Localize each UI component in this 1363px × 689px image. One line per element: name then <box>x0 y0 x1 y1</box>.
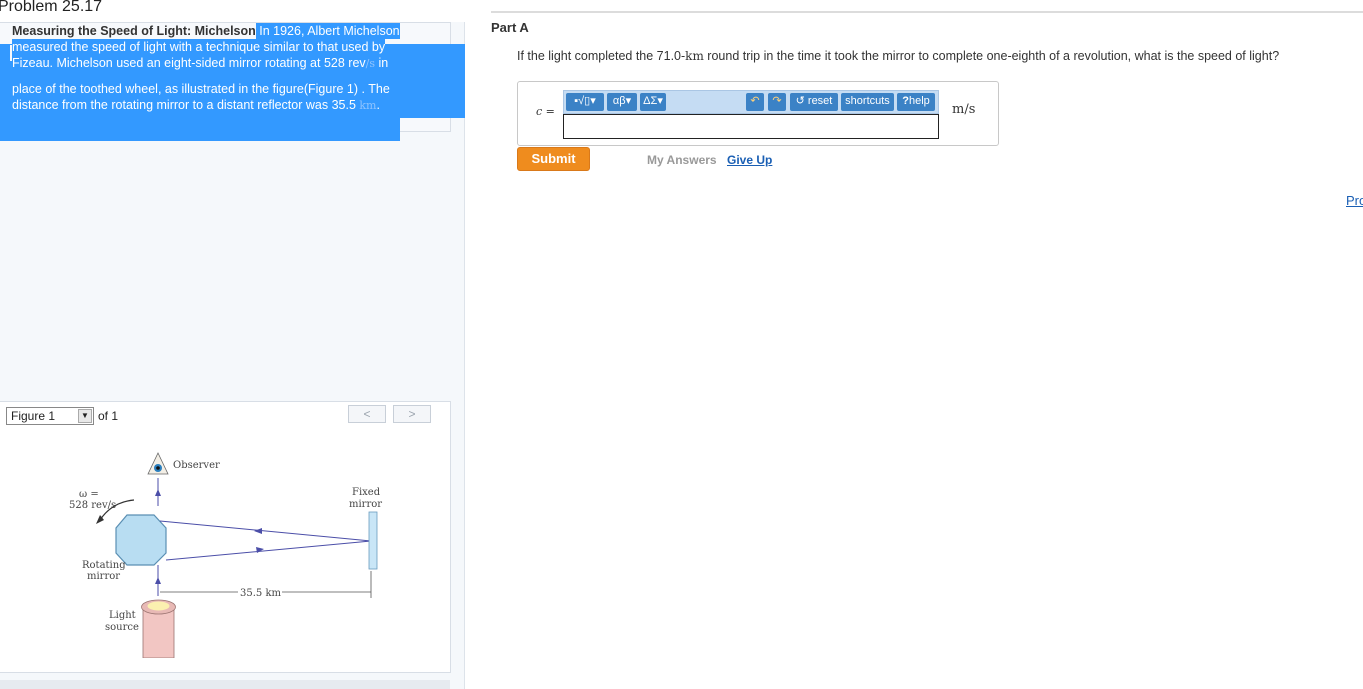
intro-line-3-end: in <box>375 55 389 71</box>
previous-figure-button[interactable]: < <box>348 405 386 423</box>
help-button[interactable]: ?help <box>897 93 935 111</box>
intro-line-1: In 1926, Albert Michelson <box>255 23 400 39</box>
unit-label: m/s <box>952 102 976 117</box>
next-figure-button[interactable]: > <box>393 405 431 423</box>
problem-title: Problem 25.17 <box>0 0 103 15</box>
reset-icon: ↺ <box>795 95 805 107</box>
submit-button[interactable]: Submit <box>517 147 590 171</box>
answer-input[interactable] <box>563 114 939 139</box>
intro-title: Measuring the Speed of Light: Michelson <box>12 24 256 38</box>
rotating-label: Rotating <box>82 560 126 571</box>
intro-line-4: place of the toothed wheel, as illustrat… <box>12 81 309 97</box>
fixed-mirror-label: mirror <box>349 499 382 510</box>
part-a-label: Part A <box>491 20 529 35</box>
intro-line-5-end: . <box>376 97 380 113</box>
help-icon: ? <box>902 95 909 107</box>
observer-label: Observer <box>173 460 220 471</box>
intro-line-5: distance from the rotating mirror to a d… <box>12 97 360 113</box>
text-selection-highlight-end <box>0 118 400 141</box>
figure-1-link[interactable]: Figure 1 <box>308 81 354 97</box>
undo-button[interactable]: ↶ <box>746 93 764 111</box>
give-up-link[interactable]: Give Up <box>727 153 772 167</box>
question-text-end: round trip in the time it took the mirro… <box>703 49 1280 63</box>
part-divider <box>491 11 1363 13</box>
truncated-edge-link[interactable]: Pro <box>1346 193 1363 208</box>
symbols-dropdown-icon: ▾ <box>657 95 663 107</box>
templates-button[interactable]: ▪√▯▾ <box>566 93 604 111</box>
reset-label: reset <box>807 95 833 107</box>
symbols-label: ΔΣ <box>643 95 658 107</box>
light-source-icon <box>141 599 176 658</box>
shortcuts-label: shortcuts <box>845 95 890 107</box>
greek-dropdown-icon: ▾ <box>625 95 632 107</box>
rotating-mirror-shape <box>115 514 167 566</box>
redo-icon: ↷ <box>772 95 782 107</box>
fixed-mirror-shape <box>368 511 378 570</box>
michelson-apparatus-figure: Observer ω = 528 rev/s Fixed mirror 35.5… <box>69 452 382 658</box>
intro-line-3: Fizeau. Michelson used an eight-sided mi… <box>12 55 366 71</box>
question-unit-km: km <box>685 49 704 63</box>
templates-dropdown-icon: ▾ <box>590 95 596 107</box>
reset-button[interactable]: ↺ reset <box>790 93 838 111</box>
redo-button[interactable]: ↷ <box>768 93 786 111</box>
greek-letters-button[interactable]: αβ▾ <box>607 93 637 111</box>
help-label: help <box>908 95 930 107</box>
figure-selector[interactable]: Figure 1 ▼ <box>6 407 94 425</box>
intro-text: Measuring the Speed of Light: Michelson … <box>12 23 452 114</box>
undo-icon: ↶ <box>750 95 760 107</box>
light-label: Light <box>109 610 136 621</box>
figure-count-label: of 1 <box>98 409 119 423</box>
intro-unit-rev-s: /s <box>365 56 376 71</box>
question-text: If the light completed the 71.0-km round… <box>517 49 1279 63</box>
greek-letters-label: αβ <box>612 95 626 107</box>
source-label: source <box>105 622 139 633</box>
chevron-down-icon: ▼ <box>78 409 92 423</box>
left-pane-scroll-strip <box>0 680 450 689</box>
intro-unit-km: km <box>359 98 377 113</box>
rotating-mirror-label: mirror <box>87 571 120 582</box>
figure-selector-value: Figure 1 <box>11 409 56 423</box>
templates-icon: ▪√▯ <box>574 95 591 107</box>
intro-line-4-end: ) . The <box>353 81 390 97</box>
shortcuts-button[interactable]: shortcuts <box>841 93 894 111</box>
distance-label: 35.5 km <box>240 588 282 599</box>
my-answers-button[interactable]: My Answers <box>647 153 717 167</box>
intro-line-2: measured the speed of light with a techn… <box>12 39 386 55</box>
eye-icon <box>147 452 169 475</box>
variable-label: c = <box>536 105 555 118</box>
question-text-start: If the light completed the 71.0- <box>517 49 686 63</box>
fixed-label: Fixed <box>352 487 381 498</box>
omega-label: ω = <box>79 489 99 500</box>
symbols-button[interactable]: ΔΣ▾ <box>640 93 666 111</box>
